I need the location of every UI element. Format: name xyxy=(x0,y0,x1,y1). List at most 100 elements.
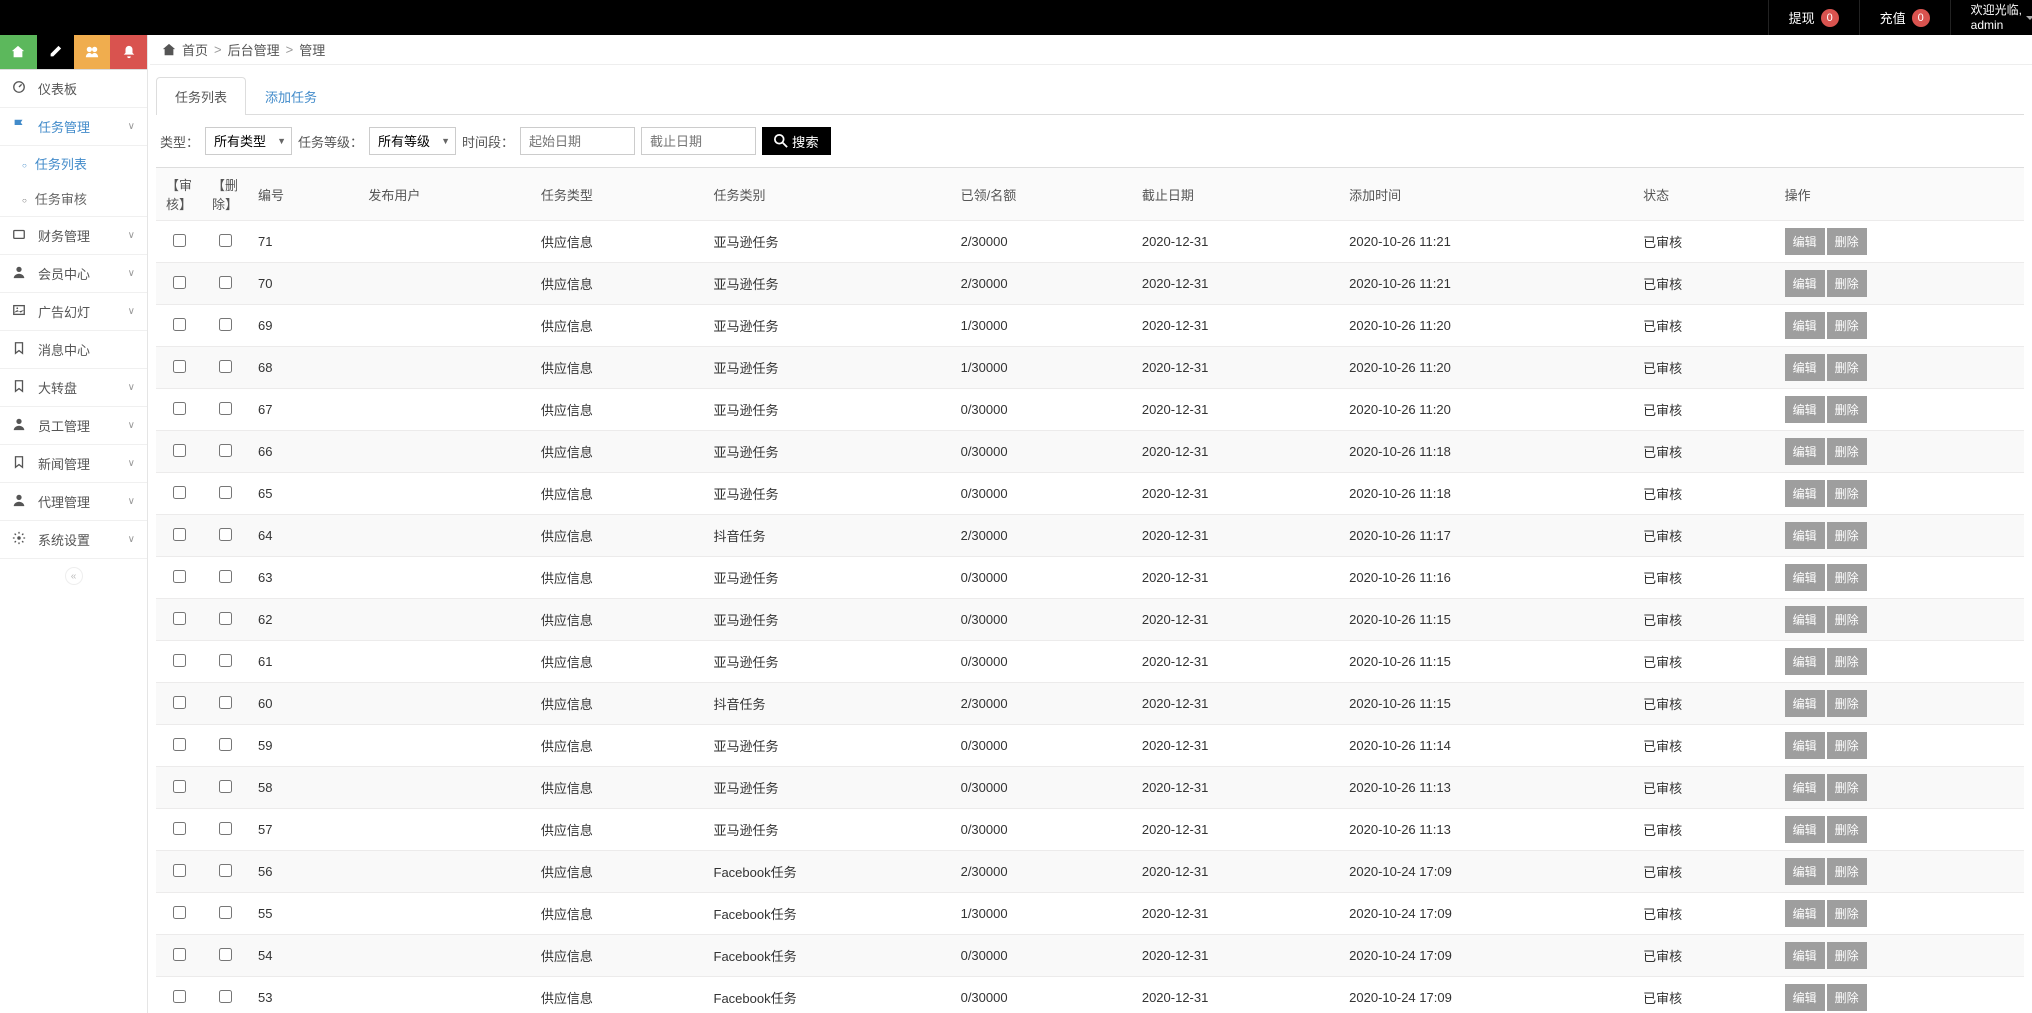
delete-checkbox[interactable] xyxy=(219,822,232,835)
delete-button[interactable]: 删除 xyxy=(1827,522,1867,549)
edit-button[interactable]: 编辑 xyxy=(1785,522,1825,549)
delete-checkbox[interactable] xyxy=(219,318,232,331)
edit-button[interactable]: 编辑 xyxy=(1785,228,1825,255)
review-checkbox[interactable] xyxy=(173,822,186,835)
edit-button[interactable]: 编辑 xyxy=(1785,312,1825,339)
delete-button[interactable]: 删除 xyxy=(1827,354,1867,381)
delete-checkbox[interactable] xyxy=(219,738,232,751)
review-checkbox[interactable] xyxy=(173,612,186,625)
review-checkbox[interactable] xyxy=(173,234,186,247)
edit-button[interactable]: 编辑 xyxy=(1785,732,1825,759)
review-checkbox[interactable] xyxy=(173,570,186,583)
delete-button[interactable]: 删除 xyxy=(1827,984,1867,1011)
delete-button[interactable]: 删除 xyxy=(1827,396,1867,423)
edit-button[interactable]: 编辑 xyxy=(1785,774,1825,801)
delete-checkbox[interactable] xyxy=(219,234,232,247)
edit-button[interactable]: 编辑 xyxy=(1785,816,1825,843)
review-checkbox[interactable] xyxy=(173,696,186,709)
tab-1[interactable]: 添加任务 xyxy=(246,77,336,115)
delete-button[interactable]: 删除 xyxy=(1827,690,1867,717)
delete-checkbox[interactable] xyxy=(219,864,232,877)
start-date-input[interactable] xyxy=(520,127,635,155)
review-checkbox[interactable] xyxy=(173,654,186,667)
user-menu[interactable]: 欢迎光临, admin xyxy=(1950,0,2032,35)
review-checkbox[interactable] xyxy=(173,780,186,793)
delete-button[interactable]: 删除 xyxy=(1827,606,1867,633)
delete-button[interactable]: 删除 xyxy=(1827,228,1867,255)
end-date-input[interactable] xyxy=(641,127,756,155)
delete-checkbox[interactable] xyxy=(219,276,232,289)
delete-button[interactable]: 删除 xyxy=(1827,732,1867,759)
breadcrumb-section[interactable]: 后台管理 xyxy=(228,40,280,59)
edit-button[interactable]: 编辑 xyxy=(1785,396,1825,423)
delete-checkbox[interactable] xyxy=(219,696,232,709)
edit-button[interactable]: 编辑 xyxy=(1785,564,1825,591)
submenu-item-0[interactable]: 任务列表 xyxy=(0,146,147,181)
delete-button[interactable]: 删除 xyxy=(1827,438,1867,465)
edit-button[interactable]: 编辑 xyxy=(1785,480,1825,507)
edit-button[interactable]: 编辑 xyxy=(1785,438,1825,465)
delete-button[interactable]: 删除 xyxy=(1827,270,1867,297)
review-checkbox[interactable] xyxy=(173,402,186,415)
edit-button[interactable]: 编辑 xyxy=(1785,900,1825,927)
edit-button[interactable]: 编辑 xyxy=(1785,942,1825,969)
delete-checkbox[interactable] xyxy=(219,948,232,961)
sidebar-item-3[interactable]: 会员中心∨ xyxy=(0,255,147,293)
edit-button[interactable]: 编辑 xyxy=(1785,690,1825,717)
review-checkbox[interactable] xyxy=(173,864,186,877)
review-checkbox[interactable] xyxy=(173,486,186,499)
recharge-link[interactable]: 充值 0 xyxy=(1859,0,1950,35)
sidebar-item-9[interactable]: 代理管理∨ xyxy=(0,483,147,521)
sidebar-collapse-button[interactable]: « xyxy=(65,567,83,585)
delete-checkbox[interactable] xyxy=(219,612,232,625)
users-action-button[interactable] xyxy=(74,35,111,69)
edit-button[interactable]: 编辑 xyxy=(1785,270,1825,297)
review-checkbox[interactable] xyxy=(173,276,186,289)
delete-button[interactable]: 删除 xyxy=(1827,942,1867,969)
delete-button[interactable]: 删除 xyxy=(1827,480,1867,507)
delete-button[interactable]: 删除 xyxy=(1827,816,1867,843)
home-action-button[interactable] xyxy=(0,35,37,69)
edit-action-button[interactable] xyxy=(37,35,74,69)
level-select[interactable]: 所有等级 xyxy=(369,127,456,155)
edit-button[interactable]: 编辑 xyxy=(1785,354,1825,381)
search-button[interactable]: 搜索 xyxy=(762,127,831,155)
review-checkbox[interactable] xyxy=(173,948,186,961)
delete-checkbox[interactable] xyxy=(219,570,232,583)
delete-checkbox[interactable] xyxy=(219,906,232,919)
sidebar-item-8[interactable]: 新闻管理∨ xyxy=(0,445,147,483)
sidebar-item-7[interactable]: 员工管理∨ xyxy=(0,407,147,445)
submenu-item-1[interactable]: 任务审核 xyxy=(0,181,147,216)
sidebar-item-10[interactable]: 系统设置∨ xyxy=(0,521,147,559)
edit-button[interactable]: 编辑 xyxy=(1785,984,1825,1011)
sidebar-item-6[interactable]: 大转盘∨ xyxy=(0,369,147,407)
review-checkbox[interactable] xyxy=(173,906,186,919)
edit-button[interactable]: 编辑 xyxy=(1785,648,1825,675)
delete-button[interactable]: 删除 xyxy=(1827,858,1867,885)
type-select[interactable]: 所有类型 xyxy=(205,127,292,155)
edit-button[interactable]: 编辑 xyxy=(1785,606,1825,633)
delete-checkbox[interactable] xyxy=(219,990,232,1003)
alert-action-button[interactable] xyxy=(110,35,147,69)
delete-checkbox[interactable] xyxy=(219,528,232,541)
sidebar-item-2[interactable]: 财务管理∨ xyxy=(0,217,147,255)
delete-checkbox[interactable] xyxy=(219,444,232,457)
delete-button[interactable]: 删除 xyxy=(1827,564,1867,591)
withdraw-link[interactable]: 提现 0 xyxy=(1768,0,1859,35)
review-checkbox[interactable] xyxy=(173,444,186,457)
delete-checkbox[interactable] xyxy=(219,360,232,373)
delete-checkbox[interactable] xyxy=(219,780,232,793)
sidebar-item-0[interactable]: 仪表板 xyxy=(0,70,147,108)
sidebar-item-5[interactable]: 消息中心 xyxy=(0,331,147,369)
delete-checkbox[interactable] xyxy=(219,402,232,415)
review-checkbox[interactable] xyxy=(173,528,186,541)
delete-checkbox[interactable] xyxy=(219,486,232,499)
tab-0[interactable]: 任务列表 xyxy=(156,77,246,115)
breadcrumb-home[interactable]: 首页 xyxy=(182,40,208,59)
delete-button[interactable]: 删除 xyxy=(1827,774,1867,801)
delete-checkbox[interactable] xyxy=(219,654,232,667)
review-checkbox[interactable] xyxy=(173,738,186,751)
delete-button[interactable]: 删除 xyxy=(1827,648,1867,675)
sidebar-item-1[interactable]: 任务管理∨ xyxy=(0,108,147,146)
sidebar-item-4[interactable]: 广告幻灯∨ xyxy=(0,293,147,331)
